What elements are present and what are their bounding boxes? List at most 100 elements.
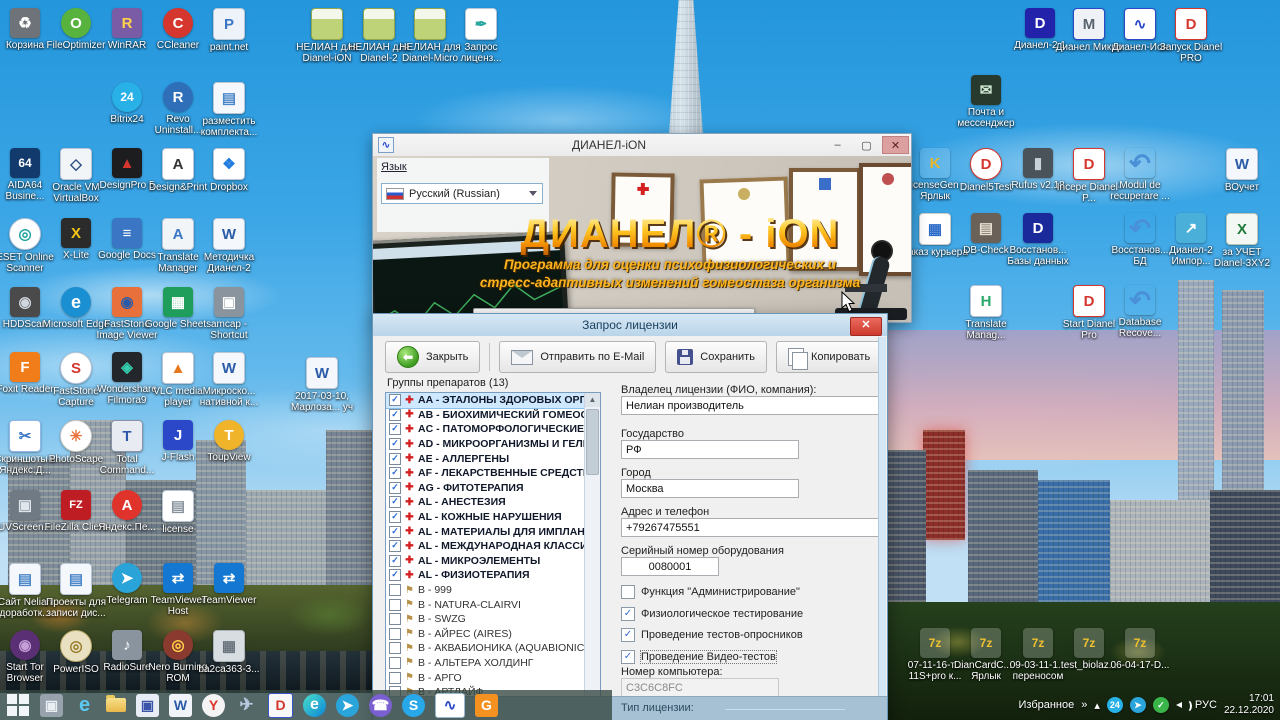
- checkbox[interactable]: ✓: [389, 525, 401, 538]
- ie-taskbar-icon[interactable]: e: [73, 694, 96, 717]
- checkbox[interactable]: [389, 671, 401, 684]
- checkbox[interactable]: ✓: [389, 554, 401, 567]
- dianel-ion-taskbar-icon[interactable]: ∿: [435, 692, 465, 718]
- checkbox[interactable]: ✓: [621, 650, 635, 665]
- dialog-scroll-strip[interactable]: [878, 337, 886, 696]
- checkbox[interactable]: ✓: [389, 540, 401, 553]
- checkbox[interactable]: ✓: [389, 438, 401, 451]
- floppy-taskbar-icon[interactable]: ▣: [136, 693, 159, 717]
- checkbox[interactable]: ✓: [621, 606, 635, 621]
- send-email-button[interactable]: Отправить по E-Mail: [499, 341, 657, 373]
- copy-button[interactable]: Копировать: [775, 341, 883, 373]
- favorites-toolbar[interactable]: Избранное: [1019, 699, 1075, 711]
- option-checkbox-row[interactable]: ✓ Физиологическое тестирование: [621, 606, 803, 621]
- checkbox[interactable]: [389, 598, 401, 611]
- telegram-taskbar-icon[interactable]: ➤: [336, 693, 359, 717]
- country-field[interactable]: РФ: [621, 440, 799, 459]
- checkbox[interactable]: [389, 642, 401, 655]
- group-list-item[interactable]: ✓ ✚ AF - ЛЕКАРСТВЕННЫЕ СРЕДСТВА: [386, 466, 600, 481]
- checkbox[interactable]: ✓: [389, 496, 401, 509]
- desktop-icon[interactable]: W 2017-03-10, Марлоза... уч: [289, 357, 355, 413]
- scrollbar-thumb[interactable]: [586, 409, 599, 475]
- checkbox[interactable]: ✓: [389, 423, 401, 436]
- desktop-icon[interactable]: ✉ Почта и мессенджер: [953, 75, 1019, 129]
- desktop-icon[interactable]: ▦ ba2ca363-3...: [196, 630, 262, 675]
- desktop-icon[interactable]: T ToupView: [196, 420, 262, 463]
- desktop-icon[interactable]: ✒ Запрос лиценз...: [448, 8, 514, 64]
- option-checkbox-row[interactable]: ✓ Проведение Видео-тестов: [621, 650, 777, 665]
- close-toolbar-button[interactable]: ⬅ Закрыть: [385, 341, 481, 373]
- group-list-item[interactable]: ⚑ B - АКВАБИОНИКА (AQUABIONICA): [386, 641, 600, 656]
- maximize-button[interactable]: ▢: [853, 136, 880, 154]
- dianel-window-titlebar[interactable]: ∿ ДИАНЕЛ-iON – ▢ ✕: [373, 134, 911, 157]
- group-list-item[interactable]: ⚑ B - SWZG: [386, 612, 600, 627]
- desktop-icon[interactable]: W Микроско... нативной к...: [196, 352, 262, 408]
- desktop-icon[interactable]: Ppaint.net: [196, 8, 262, 53]
- taskbar-clock[interactable]: 17:01 22.12.2020: [1224, 693, 1274, 718]
- checkbox[interactable]: ✓: [389, 394, 401, 407]
- option-checkbox-row[interactable]: ✓ Проведение тестов-опросников: [621, 628, 803, 643]
- viber-taskbar-icon[interactable]: ☎: [369, 693, 392, 717]
- start-button[interactable]: [6, 693, 30, 717]
- group-list-item[interactable]: ⚑ B - 999: [386, 583, 600, 598]
- city-field[interactable]: Москва: [621, 479, 799, 498]
- checkbox[interactable]: ✓: [389, 452, 401, 465]
- desktop-icon[interactable]: ▣ amcap - Shortcut: [196, 287, 262, 341]
- list-scrollbar[interactable]: ▲: [584, 393, 600, 720]
- desktop-icon[interactable]: H Translate Manag...: [953, 285, 1019, 341]
- group-list-item[interactable]: ✓ ✚ AD - МИКРООРГАНИЗМЫ И ГЕЛЬМИН...: [386, 437, 600, 452]
- yandex-taskbar-icon[interactable]: Y: [202, 693, 225, 717]
- green-check-tray-icon[interactable]: ✓: [1152, 697, 1169, 713]
- checkbox[interactable]: ✓: [389, 408, 401, 421]
- language-select[interactable]: Русский (Russian): [381, 183, 543, 204]
- save-button[interactable]: Сохранить: [665, 341, 767, 373]
- bitrix24-tray-icon[interactable]: 24: [1106, 697, 1123, 713]
- option-checkbox-row[interactable]: Функция "Администрирование": [621, 585, 800, 599]
- address-field[interactable]: +79267475551: [621, 518, 879, 537]
- desktop-icon[interactable]: W ВОучет: [1209, 148, 1275, 193]
- desktop-icon[interactable]: ▤ разместить комплекта...: [196, 82, 262, 138]
- bird-app-taskbar-icon[interactable]: ✈: [235, 694, 258, 717]
- minimize-button[interactable]: –: [824, 136, 851, 154]
- telegram-tray-icon[interactable]: ➤: [1129, 697, 1146, 713]
- group-list-item[interactable]: ✓ ✚ AC - ПАТОМОРФОЛОГИЧЕСКИЕ И НО...: [386, 422, 600, 437]
- scroll-up-icon[interactable]: ▲: [585, 393, 600, 407]
- group-list-item[interactable]: ✓ ✚ AE - АЛЛЕРГЕНЫ: [386, 451, 600, 466]
- group-list-item[interactable]: ✓ ✚ AL - МАТЕРИАЛЫ ДЛЯ ИМПЛАНТАЦ...: [386, 524, 600, 539]
- checkbox[interactable]: ✓: [621, 628, 635, 643]
- dianel-pro-taskbar-icon[interactable]: D: [268, 692, 293, 718]
- desktop-icon[interactable]: ▤ license: [145, 490, 211, 535]
- checkbox[interactable]: [389, 656, 401, 669]
- file-explorer-icon[interactable]: [106, 695, 126, 712]
- edge-taskbar-icon[interactable]: e: [303, 693, 326, 717]
- show-hidden-icons[interactable]: ▴: [1094, 699, 1100, 712]
- group-list-item[interactable]: ✓ ✚ AL - МЕЖДУНАРОДНАЯ КЛАССИФИК...: [386, 539, 600, 554]
- desktop-icon[interactable]: W Методичка Дианел-2: [196, 218, 262, 274]
- group-list-item[interactable]: ✓ ✚ AL - МИКРОЭЛЕМЕНТЫ: [386, 554, 600, 569]
- preparation-groups-list[interactable]: ✓ ✚ AA - ЭТАЛОНЫ ЗДОРОВЫХ ОРГАНОВ ✓ ✚ AB - БИ…: [385, 392, 601, 720]
- group-list-item[interactable]: ⚑ B - NATURA-CLAIRVI: [386, 597, 600, 612]
- group-list-item[interactable]: ✓ ✚ AA - ЭТАЛОНЫ ЗДОРОВЫХ ОРГАНОВ: [386, 393, 600, 409]
- checkbox[interactable]: ✓: [389, 569, 401, 582]
- group-list-item[interactable]: ✓ ✚ AL - ФИЗИОТЕРАПИЯ: [386, 568, 600, 583]
- desktop-icon[interactable]: ⇄ TeamViewer: [196, 563, 262, 606]
- checkbox[interactable]: ✓: [389, 511, 401, 524]
- checkbox[interactable]: [389, 584, 401, 597]
- group-list-item[interactable]: ✓ ✚ AG - ФИТОТЕРАПИЯ: [386, 481, 600, 496]
- serial-field[interactable]: 0080001: [621, 557, 719, 576]
- group-list-item[interactable]: ✓ ✚ AL - АНЕСТЕЗИЯ: [386, 495, 600, 510]
- speaker-icon[interactable]: [1175, 700, 1192, 712]
- desktop-icon[interactable]: 7z 06-04-17-D...: [1107, 628, 1173, 671]
- foxit-taskbar-icon[interactable]: G: [475, 693, 498, 717]
- word-taskbar-icon[interactable]: W: [169, 693, 192, 717]
- dialog-close-button[interactable]: ✕: [850, 317, 882, 336]
- checkbox[interactable]: [621, 585, 635, 599]
- group-list-item[interactable]: ⚑ B - АЙРЕС (AIRES): [386, 627, 600, 642]
- desktop-icon[interactable]: ↶ Database Recove...: [1107, 285, 1173, 340]
- dialog-titlebar[interactable]: Запрос лицензии: [373, 314, 887, 336]
- group-list-item[interactable]: ✓ ✚ AB - БИОХИМИЧЕСКИЙ ГОМЕОСТАЗ: [386, 408, 600, 423]
- desktop-icon[interactable]: ↶ Modul de recuperare ...: [1107, 148, 1173, 203]
- toolbar-overflow-chevron[interactable]: »: [1081, 699, 1087, 711]
- checkbox[interactable]: [389, 613, 401, 626]
- close-button[interactable]: ✕: [882, 136, 909, 154]
